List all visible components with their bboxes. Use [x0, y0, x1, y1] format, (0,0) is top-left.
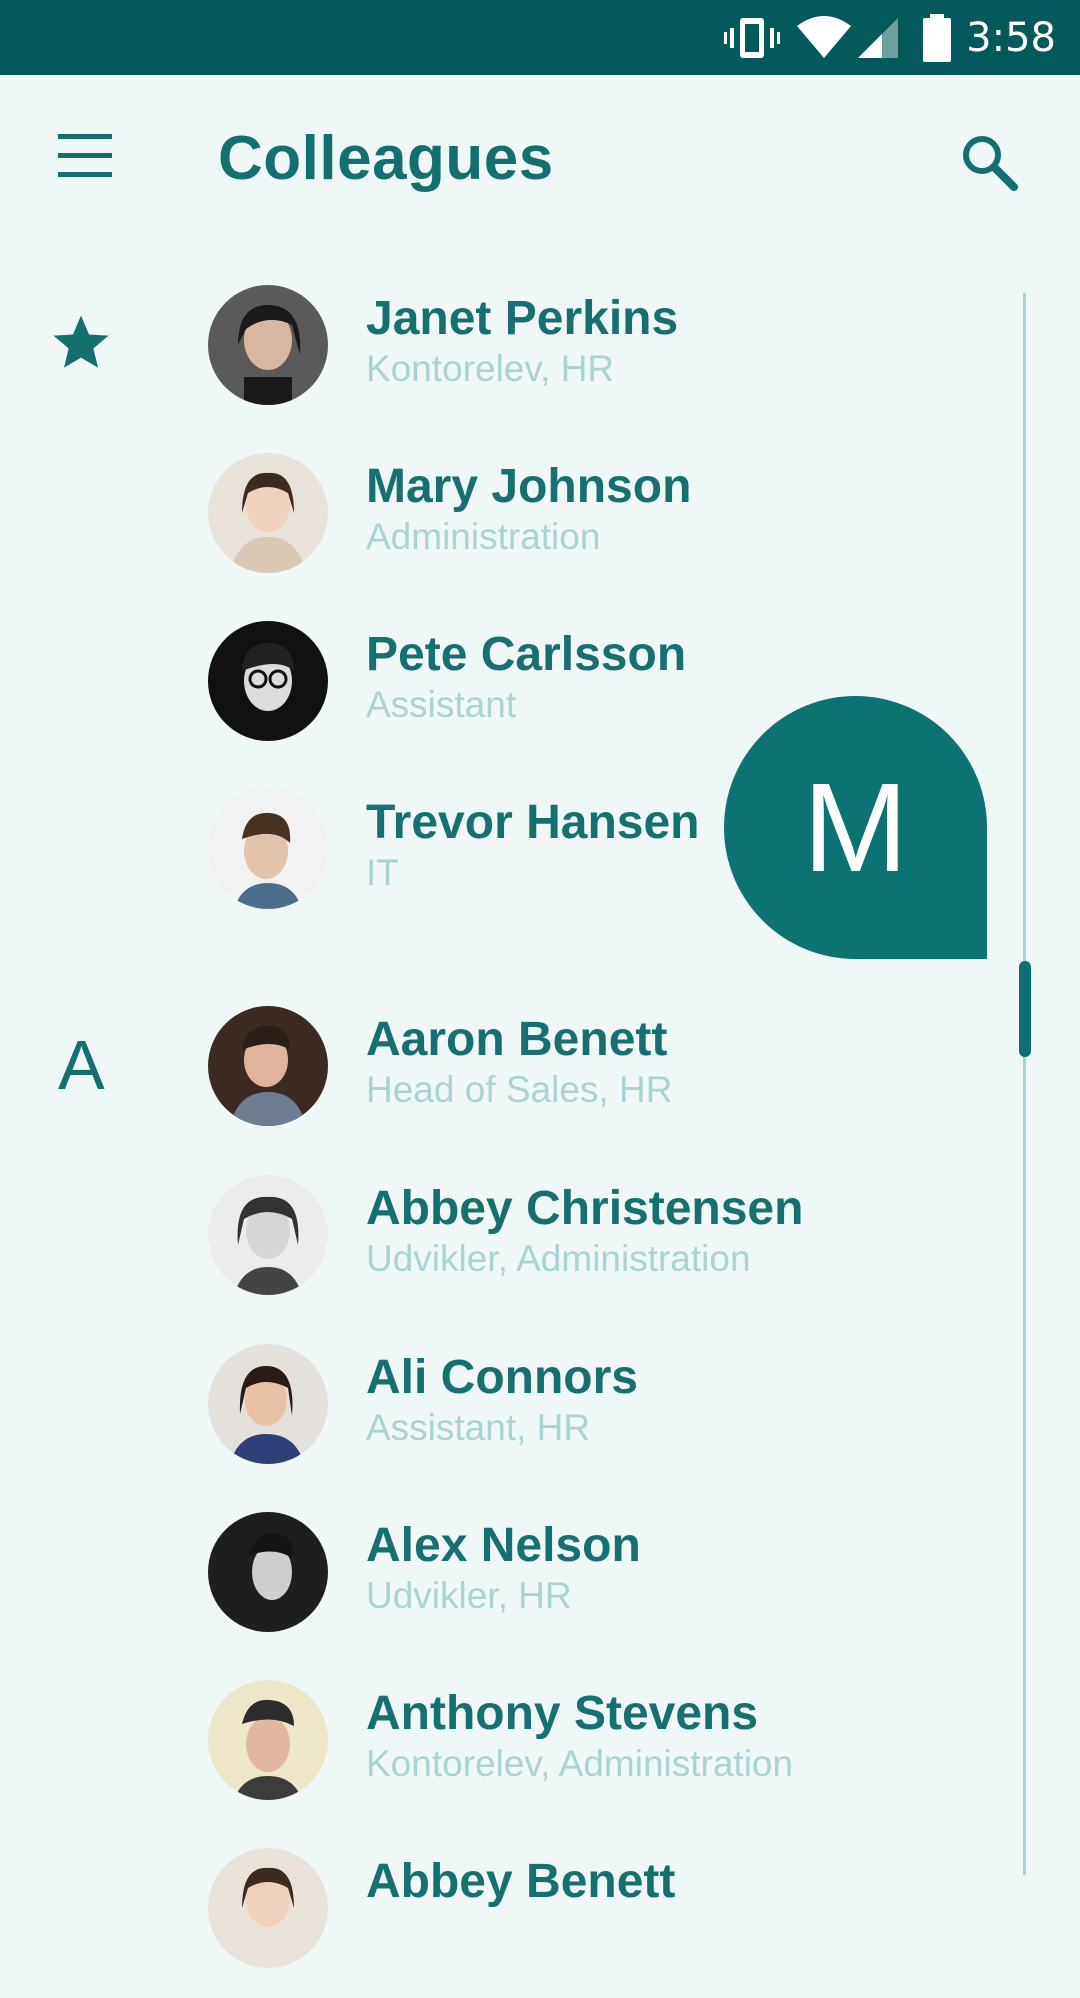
contact-row[interactable]: Abbey Christensen Udvikler, Administrati… [190, 1175, 1010, 1325]
contact-name: Ali Connors [366, 1351, 638, 1404]
contact-name: Trevor Hansen [366, 796, 700, 849]
avatar [208, 1680, 328, 1800]
contact-row[interactable]: Anthony Stevens Kontorelev, Administrati… [190, 1680, 1010, 1830]
contact-name: Janet Perkins [366, 292, 679, 345]
contact-role: Head of Sales, HR [366, 1069, 673, 1110]
avatar [208, 453, 328, 573]
menu-button[interactable] [44, 120, 126, 192]
contact-role: Assistant, HR [366, 1407, 591, 1448]
contact-name: Aaron Benett [366, 1013, 668, 1066]
avatar [208, 1344, 328, 1464]
avatar [208, 1006, 328, 1126]
avatar [208, 285, 328, 405]
contact-role: Udvikler, HR [366, 1575, 572, 1616]
contact-name: Anthony Stevens [366, 1687, 759, 1740]
contact-role: Assistant [366, 684, 517, 725]
contact-role: Kontorelev, HR [366, 348, 615, 389]
fast-scroll-letter: M [803, 757, 908, 898]
contact-role: Udvikler, Administration [366, 1238, 751, 1279]
contact-name: Abbey Benett [366, 1855, 676, 1908]
contact-row[interactable]: Alex Nelson Udvikler, HR [190, 1512, 1010, 1662]
scroll-thumb[interactable] [1019, 961, 1031, 1057]
contact-row[interactable]: Janet Perkins Kontorelev, HR [190, 285, 1010, 435]
contact-row[interactable]: Aaron Benett Head of Sales, HR [190, 1006, 1010, 1156]
contact-name: Abbey Christensen [366, 1182, 804, 1235]
contact-role: Kontorelev, Administration [366, 1743, 794, 1784]
scroll-track[interactable] [1023, 293, 1026, 1875]
menu-icon [58, 134, 112, 177]
page-title: Colleagues [218, 124, 554, 193]
contact-name: Mary Johnson [366, 460, 692, 513]
cell-signal-icon [858, 18, 898, 58]
search-button[interactable] [954, 127, 1026, 199]
contact-name: Pete Carlsson [366, 628, 687, 681]
avatar [208, 789, 328, 909]
contact-name: Alex Nelson [366, 1519, 641, 1572]
star-icon [53, 315, 109, 368]
search-icon [963, 136, 1018, 191]
contact-role: Administration [366, 516, 601, 557]
avatar [208, 1512, 328, 1632]
status-bar: 3:58 [0, 0, 1080, 75]
vibrate-icon [724, 18, 780, 58]
contact-row[interactable]: Mary Johnson Administration [190, 453, 1010, 603]
app-bar: Colleagues [0, 75, 1080, 235]
section-letter-a: A [58, 1026, 105, 1104]
avatar [208, 1848, 328, 1968]
battery-icon [923, 14, 951, 62]
avatar [208, 1175, 328, 1295]
avatar [208, 621, 328, 741]
contact-row[interactable]: Abbey Benett [190, 1848, 1010, 1998]
wifi-icon [797, 16, 851, 58]
status-time: 3:58 [966, 15, 1056, 61]
contact-role: IT [366, 852, 399, 893]
contact-row[interactable]: Ali Connors Assistant, HR [190, 1344, 1010, 1494]
fast-scroll-bubble: M [724, 696, 987, 959]
